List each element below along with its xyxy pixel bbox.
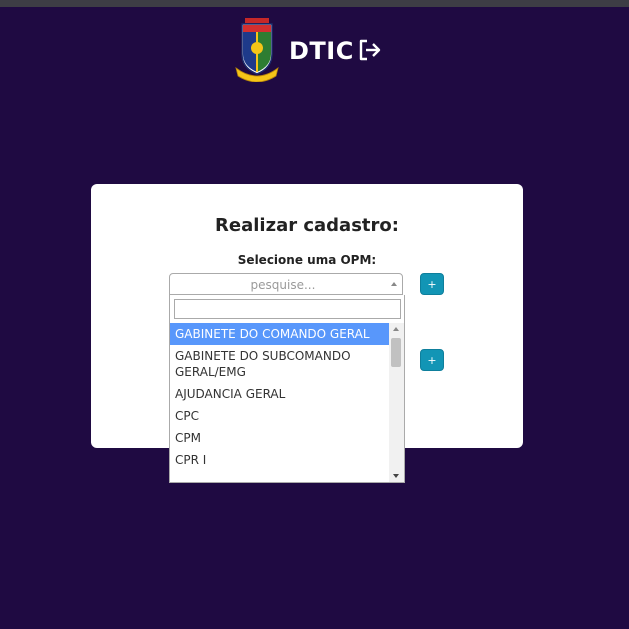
opm-option[interactable]: AJUDANCIA GERAL [170, 383, 389, 405]
opm-label: Selecione uma OPM: [237, 253, 377, 267]
opm-option[interactable]: GABINETE DO SUBCOMANDO GERAL/EMG [170, 345, 389, 383]
logout-icon[interactable] [358, 39, 382, 61]
card-title: Realizar cadastro: [215, 215, 399, 236]
dropdown-scrollbar[interactable] [389, 323, 404, 482]
scroll-down-icon[interactable] [393, 474, 399, 478]
brand-title: DTIC [289, 37, 354, 65]
opm-select[interactable]: pesquise... [169, 273, 403, 295]
opm-option[interactable]: GABINETE DO COMANDO GERAL [170, 323, 389, 345]
add-opm-button[interactable]: + [420, 273, 444, 295]
opm-option[interactable]: CPC [170, 405, 389, 427]
add-item-button[interactable]: + [420, 349, 444, 371]
dtic-shield-logo [235, 18, 279, 82]
scroll-up-icon[interactable] [393, 327, 399, 331]
opm-dropdown: GABINETE DO COMANDO GERAL GABINETE DO SU… [169, 295, 405, 483]
opm-option-list: GABINETE DO COMANDO GERAL GABINETE DO SU… [170, 323, 389, 482]
app-header: DTIC [0, 18, 629, 82]
opm-option[interactable]: CPM [170, 427, 389, 449]
browser-top-bar [0, 0, 629, 7]
opm-select-placeholder: pesquise... [250, 278, 316, 292]
scrollbar-thumb[interactable] [391, 338, 401, 367]
opm-option[interactable]: CPR I [170, 449, 389, 471]
opm-search-input[interactable] [174, 299, 401, 319]
chevron-up-icon [391, 282, 397, 286]
